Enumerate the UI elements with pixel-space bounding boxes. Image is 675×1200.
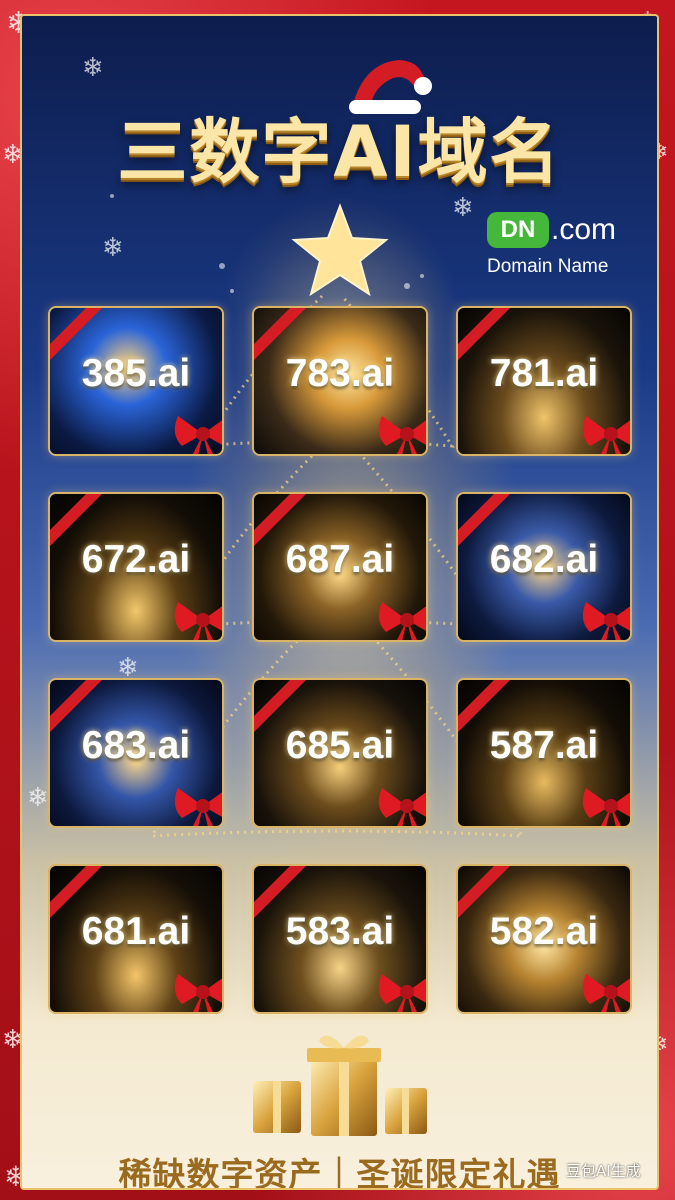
domain-card[interactable]: 783.ai xyxy=(252,306,428,456)
domain-card[interactable]: 685.ai xyxy=(252,678,428,828)
bow-icon xyxy=(378,416,426,454)
domain-card[interactable]: 582.ai xyxy=(456,864,632,1014)
page-title: 三数字AI域名 xyxy=(117,111,562,193)
dn-domain-suffix: .com xyxy=(551,213,617,246)
domain-card[interactable]: 682.ai xyxy=(456,492,632,642)
bow-icon xyxy=(582,416,630,454)
domain-name: 582.ai xyxy=(489,910,599,953)
domain-card[interactable]: 385.ai xyxy=(48,306,224,456)
domain-name: 583.ai xyxy=(285,910,395,953)
domain-name: 587.ai xyxy=(489,724,599,767)
bow-icon xyxy=(174,974,222,1012)
domain-name: 682.ai xyxy=(489,538,599,581)
domain-name: 672.ai xyxy=(81,538,191,581)
dn-com-logo[interactable]: DN .com Domain Name xyxy=(487,212,647,292)
domain-card[interactable]: 681.ai xyxy=(48,864,224,1014)
bow-icon xyxy=(378,788,426,826)
domain-name: 783.ai xyxy=(285,352,395,395)
domain-card[interactable]: 587.ai xyxy=(456,678,632,828)
footer-slogan: 稀缺数字资产｜圣诞限定礼遇 xyxy=(118,1155,561,1190)
domain-card[interactable]: 672.ai xyxy=(48,492,224,642)
bow-icon xyxy=(378,974,426,1012)
bow-icon xyxy=(582,974,630,1012)
watermark: 豆包AI生成 xyxy=(566,1162,641,1180)
domain-name: 385.ai xyxy=(81,352,191,395)
domain-name: 683.ai xyxy=(81,724,191,767)
domain-name: 685.ai xyxy=(285,724,395,767)
gift-boxes-icon xyxy=(253,1035,427,1136)
dn-badge: DN xyxy=(487,212,549,248)
domain-card[interactable]: 583.ai xyxy=(252,864,428,1014)
svg-text:❄: ❄ xyxy=(102,233,124,263)
bow-icon xyxy=(174,416,222,454)
domain-card[interactable]: 687.ai xyxy=(252,492,428,642)
svg-text:❄: ❄ xyxy=(27,783,49,813)
domain-name: 687.ai xyxy=(285,538,395,581)
domain-name: 681.ai xyxy=(81,910,191,953)
domain-card[interactable]: 683.ai xyxy=(48,678,224,828)
bow-icon xyxy=(378,602,426,640)
bow-icon xyxy=(174,602,222,640)
bow-icon xyxy=(582,602,630,640)
bow-icon xyxy=(174,788,222,826)
dn-subtitle: Domain Name xyxy=(487,256,609,277)
svg-text:❄: ❄ xyxy=(452,193,474,223)
svg-text:❄: ❄ xyxy=(82,53,104,83)
main-panel: ❄❄ ❄❄ ❄❄ 三数字AI域名 DN .com Domain Name 385… xyxy=(20,14,659,1190)
bow-icon xyxy=(582,788,630,826)
domain-name: 781.ai xyxy=(489,352,599,395)
domain-card[interactable]: 781.ai xyxy=(456,306,632,456)
